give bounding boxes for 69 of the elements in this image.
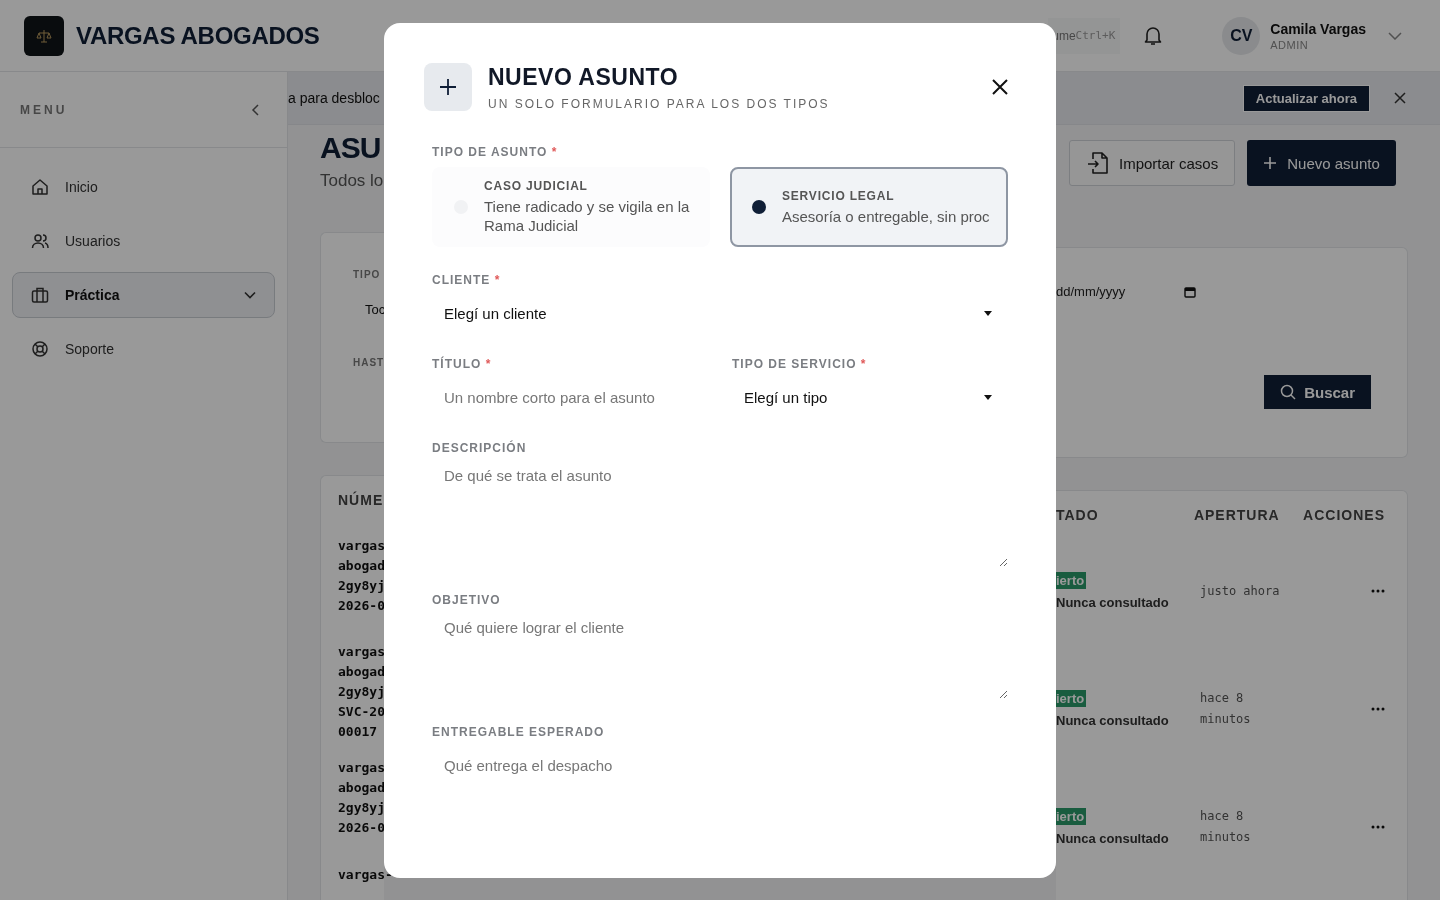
field-label: ENTREGABLE ESPERADO [432, 725, 606, 739]
bell-icon[interactable] [1144, 25, 1163, 46]
more-icon[interactable] [1371, 589, 1385, 593]
field-label: TIPO DE SERVICIO * [732, 357, 868, 371]
chevron-down-icon[interactable] [1388, 31, 1402, 40]
field-label: TÍTULO * [432, 357, 493, 371]
column-header: NÚME [338, 492, 384, 510]
status-badge: ierto [1056, 572, 1087, 589]
sidebar-item[interactable]: Inicio [12, 164, 275, 210]
table-cell-text: vargas abogad 2gy8yj SVC-20 00017 [338, 643, 385, 741]
sidebar-item[interactable]: Soporte [12, 326, 275, 372]
page-title: ASU [320, 131, 382, 165]
type-filter[interactable]: Toc [365, 302, 384, 317]
field-label: OBJETIVO [432, 593, 502, 607]
user-avatar[interactable]: CV [1222, 16, 1261, 55]
calendar-icon[interactable] [1184, 285, 1196, 298]
more-icon[interactable] [1371, 707, 1385, 711]
filter-label: HAST [353, 357, 384, 368]
menu-title: MENU [20, 102, 68, 117]
user-name: Camila Vargas [1270, 20, 1366, 37]
more-icon[interactable] [1371, 825, 1385, 829]
table-cell: Nunca consultado [1056, 713, 1169, 728]
date-field[interactable]: dd/mm/yyyy [1056, 284, 1196, 299]
search-icon [1280, 384, 1297, 400]
table-cell: Nunca consultado [1056, 595, 1169, 610]
logo-icon [24, 15, 64, 56]
select-field[interactable]: Elegí un cliente [432, 295, 1008, 331]
field-label: TIPO DE ASUNTO * [432, 145, 559, 159]
status-badge: ierto [1056, 690, 1087, 707]
table-cell-text: vargas abogad 2gy8yj 2026-0 [338, 537, 385, 615]
briefcase-icon [31, 286, 49, 304]
new-matter-button[interactable]: Nuevo asunto [1247, 140, 1396, 186]
table-cell-text: justo ahora [1200, 582, 1281, 600]
import-button[interactable]: Importar casos [1069, 140, 1236, 186]
caret-icon [984, 394, 992, 400]
table-cell: Nunca consultado [1056, 831, 1169, 846]
page-subtitle: Todos lo [320, 171, 384, 191]
caret-icon [984, 310, 992, 316]
field-label: CLIENTE * [432, 273, 502, 287]
close-icon[interactable] [992, 79, 1008, 95]
plus-icon [1263, 156, 1278, 170]
filter-label: TIPO [353, 269, 382, 280]
table-cell-text: hace 8 minutos [1200, 690, 1252, 728]
table-cell-text: vargas abogad 2gy8yj 2026-0 [338, 759, 385, 837]
select-field[interactable]: Elegí un tipo [732, 379, 1008, 415]
plus-icon [424, 63, 472, 111]
modal-subtitle: UN SOLO FORMULARIO PARA LOS DOS TIPOS [488, 96, 831, 111]
search-button[interactable]: Buscar [1264, 375, 1371, 409]
home-icon [31, 178, 49, 196]
user-role: ADMIN [1270, 38, 1310, 51]
file-import-icon [1087, 151, 1109, 175]
sidebar-item[interactable]: Práctica [12, 272, 275, 318]
brand-name: VARGAS ABOGADOS [76, 21, 320, 50]
modal-title: NUEVO ASUNTO [488, 63, 680, 91]
table-cell-text: hace 8 minutos [1200, 808, 1252, 846]
table-cell: vargas- [338, 866, 393, 883]
shortcut-hint: Ctrl+K [1075, 29, 1116, 42]
sidebar-item[interactable]: Usuarios [12, 218, 275, 264]
field-label: DESCRIPCIÓN [432, 441, 528, 455]
column-header: APERTURA [1193, 507, 1281, 523]
chevron-left-icon[interactable] [251, 103, 259, 116]
banner-text: a para desbloc [288, 90, 380, 106]
status-badge: ierto [1056, 808, 1087, 825]
column-header: ACCIONES [1303, 507, 1386, 523]
lifebuoy-icon [31, 340, 49, 358]
update-button[interactable]: Actualizar ahora [1242, 84, 1370, 112]
radio-option[interactable]: SERVICIO LEGAL Asesoría o entregable, sin proc [730, 167, 1008, 247]
column-header: TADO [1056, 507, 1100, 523]
users-icon [31, 232, 49, 250]
